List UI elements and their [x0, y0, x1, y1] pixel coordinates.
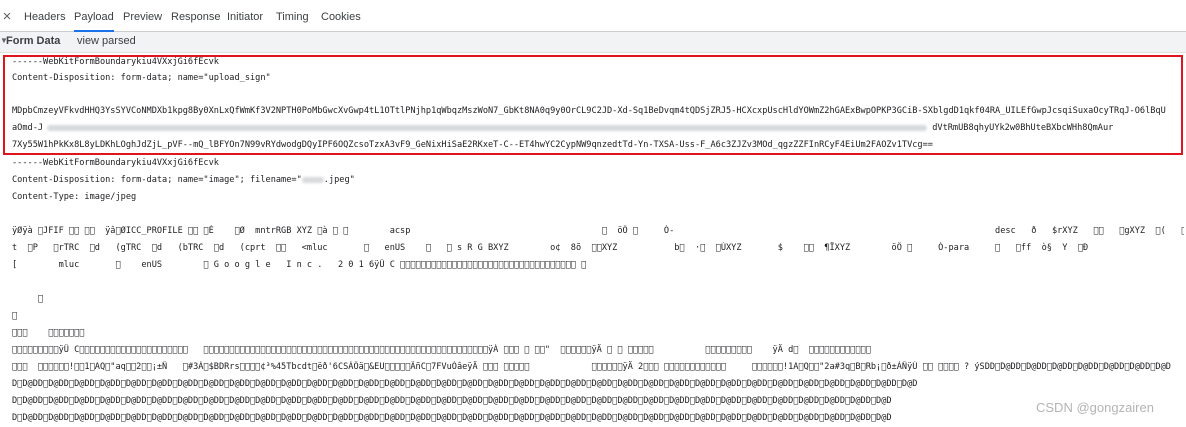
form-data-section-header[interactable]: ▼ Form Data view parsed [0, 32, 1186, 53]
binary-line:          ÿÛ C                           … [12, 345, 871, 355]
binary-line: D D@DD D@DD D@DD D@DD D@DD D@DD D@DD D@D… [12, 413, 892, 423]
tab-timing[interactable]: Timing [276, 4, 309, 31]
disposition-suffix: .jpeg" [323, 175, 355, 185]
content-disposition-line: Content-Disposition: form-data; name="im… [12, 174, 355, 186]
watermark: CSDN @gongzairen [1036, 400, 1154, 415]
close-icon[interactable]: × [0, 9, 14, 25]
tab-preview[interactable]: Preview [123, 4, 162, 31]
binary-line: [ mluc   enUS   G o o g l e I n c . 2 0 … [12, 260, 587, 270]
section-title: Form Data [6, 35, 61, 47]
redacted-block [301, 176, 324, 183]
tab-headers[interactable]: Headers [24, 4, 66, 31]
binary-line: t  P  rTRC  d (gTRC  d (bTRC  d (cprt   … [12, 243, 1089, 253]
redacted-block [47, 124, 928, 131]
upload-sign-value-line: aOmd-J dVtRmUB8qhyUYk2w0BhUteBXbcWHh8QmA… [12, 122, 1184, 134]
tab-response[interactable]: Response [171, 4, 221, 31]
upload-sign-value-line: 7Xy55W1hPkKx8L8yLDKhLOghJdZjL_pVF--mQ_lB… [12, 140, 933, 150]
disposition-prefix: Content-Disposition: form-data; name="im… [12, 175, 302, 185]
boundary-line: ------WebKitFormBoundarykiu4VXxjGi6fEcvk [12, 57, 219, 67]
content-disposition-line: Content-Disposition: form-data; name="up… [12, 73, 271, 83]
binary-line:   [12, 311, 18, 321]
tab-cookies[interactable]: Cookies [321, 4, 361, 31]
binary-line:             [12, 328, 85, 338]
upload-sign-value-line: MDpbCmzeyVFkvdHHQ3YsSYVCoNMDXb1kpg8By0Xn… [12, 106, 1166, 116]
sign-fragment: dVtRmUB8qhyUYk2w0BhUteBXbcWHh8QmAur [932, 123, 1114, 133]
binary-line: D D@DD D@DD D@DD D@DD D@DD D@DD D@DD D@D… [12, 396, 892, 406]
boundary-line: ------WebKitFormBoundarykiu4VXxjGi6fEcvk [12, 158, 219, 168]
tab-payload[interactable]: Payload [74, 4, 114, 32]
sign-fragment: aOmd-J [12, 123, 44, 133]
binary-line:   [12, 294, 44, 304]
view-parsed-toggle[interactable]: view parsed [77, 35, 136, 47]
binary-line: D D@DD D@DD D@DD D@DD D@DD D@DD D@DD D@D… [12, 379, 918, 389]
devtools-tab-bar: × Headers Payload Preview Response Initi… [0, 4, 1186, 32]
tab-initiator[interactable]: Initiator [227, 4, 263, 31]
binary-line:           !  1 AQ "aq  2  ¡±Ñ  #3Á $BDRr… [12, 362, 1171, 372]
content-type-line: Content-Type: image/jpeg [12, 192, 137, 202]
binary-line: ÿØÿà  JFIF       ÿâ ØICC_PROFILE     È  … [12, 226, 1184, 236]
